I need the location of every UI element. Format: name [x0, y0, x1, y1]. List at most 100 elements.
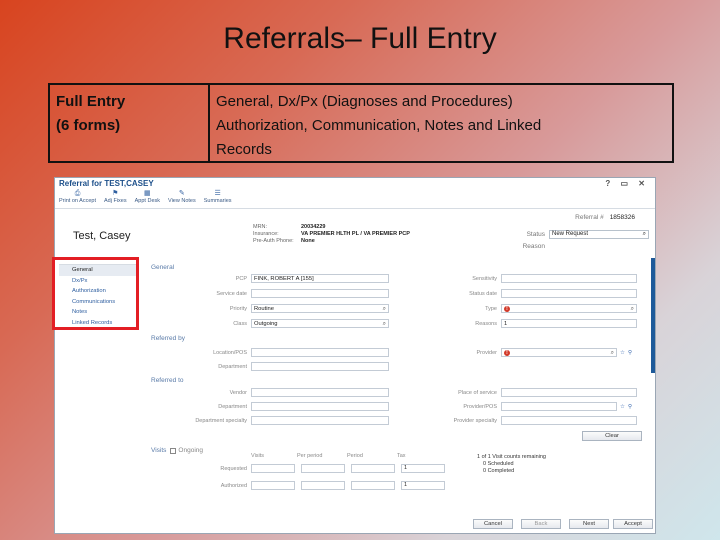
- search-icon[interactable]: ⌕: [383, 320, 386, 328]
- requested-visits-input[interactable]: [251, 464, 295, 473]
- referred-by-provider-field: Provider! ⌕ ☆ ⚲: [425, 348, 632, 357]
- star-icon[interactable]: ☆: [620, 404, 625, 410]
- priority-label: Priority: [229, 305, 247, 312]
- window-titlebar: Referral for TEST,CASEY ? ▭ ✕: [55, 178, 655, 189]
- forms-description-line2: Authorization, Communication, Notes and …: [216, 117, 542, 134]
- adj-fixes-button[interactable]: ⚑ Adj Fixes: [104, 189, 127, 208]
- referred-by-location-input[interactable]: [251, 348, 389, 357]
- forms-description-line3: Records: [216, 141, 272, 158]
- view-notes-button[interactable]: ✎ View Notes: [168, 189, 196, 208]
- referred-by-provider-input[interactable]: ! ⌕: [501, 348, 617, 357]
- summaries-button[interactable]: ☰ Summaries: [204, 189, 232, 208]
- requested-value: 1: [404, 465, 408, 471]
- authorized-per-period-input[interactable]: [301, 481, 345, 490]
- print-icon: ⎙: [74, 190, 81, 197]
- status-date-input[interactable]: [501, 289, 637, 298]
- requested-period-input[interactable]: [351, 464, 395, 473]
- back-button[interactable]: Back: [521, 519, 561, 529]
- info-table: Full Entry (6 forms) General, Dx/Px (Dia…: [48, 83, 674, 163]
- authorized-value: 1: [404, 482, 408, 488]
- search-icon[interactable]: ⌕: [383, 305, 386, 313]
- vendor-field: Vendor: [175, 388, 389, 397]
- pcp-value: FINK, ROBERT A [155]: [254, 276, 314, 282]
- referred-to-department-label: Department: [218, 403, 247, 410]
- toolbar-label: Summaries: [203, 198, 232, 204]
- status-value: New Request: [552, 231, 589, 237]
- next-button[interactable]: Next: [569, 519, 609, 529]
- authorized-period-input[interactable]: [351, 481, 395, 490]
- search-icon[interactable]: ⌕: [643, 231, 646, 238]
- requested-per-period-input[interactable]: [301, 464, 345, 473]
- type-field: Type! ⌕: [425, 304, 637, 313]
- accept-button[interactable]: Accept: [613, 519, 653, 529]
- cancel-button[interactable]: Cancel: [473, 519, 513, 529]
- authorized-tax-input[interactable]: 1: [401, 481, 445, 490]
- priority-input[interactable]: Routine ⌕: [251, 304, 389, 313]
- forms-cell: Full Entry (6 forms): [50, 85, 210, 161]
- referral-number-value: 1858326: [609, 214, 635, 221]
- status-date-field: Status date: [425, 289, 637, 298]
- slide-title: Referrals– Full Entry: [223, 22, 497, 55]
- window-controls[interactable]: ? ▭ ✕: [605, 179, 649, 188]
- provider-pos-input[interactable]: [501, 402, 617, 411]
- visits-header: Visits: [251, 453, 265, 459]
- service-date-input[interactable]: [251, 289, 389, 298]
- pcp-field: PCP FINK, ROBERT A [155]: [175, 274, 389, 283]
- section-referred-by-label: Referred by: [151, 335, 185, 342]
- place-of-service-input[interactable]: [501, 388, 637, 397]
- provider-specialty-input[interactable]: [501, 416, 637, 425]
- class-input[interactable]: Outgoing ⌕: [251, 319, 389, 328]
- pin-icon[interactable]: ⚲: [628, 350, 632, 356]
- vendor-input[interactable]: [251, 388, 389, 397]
- class-field: Class Outgoing ⌕: [175, 319, 389, 328]
- pin-icon[interactable]: ⚲: [628, 404, 632, 410]
- service-date-label: Service date: [216, 290, 247, 297]
- pcp-label: PCP: [235, 275, 247, 282]
- provider-specialty-label: Provider specialty: [453, 417, 497, 424]
- sensitivity-label: Sensitivity: [472, 275, 497, 282]
- toolbar-label: Adj Fixes: [104, 198, 127, 204]
- visit-table: Visits Per period Period Tax Requested 1…: [195, 453, 445, 490]
- toolbar: ⎙ Print on Accept ⚑ Adj Fixes ▦ Appt Desk ✎…: [55, 189, 655, 209]
- provider-specialty-field: Provider specialty: [425, 416, 637, 425]
- place-of-service-label: Place of service: [458, 389, 497, 396]
- flag-icon: ⚑: [112, 190, 119, 197]
- period-header: Period: [347, 453, 363, 459]
- star-icon[interactable]: ☆: [620, 350, 625, 356]
- summary-icon: ☰: [214, 190, 221, 197]
- priority-field: Priority Routine ⌕: [175, 304, 389, 313]
- forms-description-cell: General, Dx/Px (Diagnoses and Procedures…: [210, 85, 672, 161]
- print-on-accept-button[interactable]: ⎙ Print on Accept: [59, 189, 96, 208]
- sensitivity-input[interactable]: [501, 274, 637, 283]
- mrn-value: 20034229: [301, 224, 326, 230]
- class-value: Outgoing: [254, 321, 278, 327]
- authorized-label: Authorized: [220, 482, 247, 489]
- class-label: Class: [233, 320, 247, 327]
- department-specialty-input[interactable]: [251, 416, 389, 425]
- referred-by-department-input[interactable]: [251, 362, 389, 371]
- preauth-label: Pre-Auth Phone:: [253, 238, 294, 244]
- visits-completed: 0 Completed: [483, 468, 515, 474]
- section-referred-to: Referred to: [151, 377, 184, 384]
- tax-header: Tax: [397, 453, 406, 459]
- type-input[interactable]: ! ⌕: [501, 304, 637, 313]
- pcp-input[interactable]: FINK, ROBERT A [155]: [251, 274, 389, 283]
- appt-desk-button[interactable]: ▦ Appt Desk: [135, 189, 160, 208]
- reasons-value: 1: [504, 321, 508, 327]
- status-input[interactable]: New Request ⌕: [549, 230, 649, 239]
- requested-tax-input[interactable]: 1: [401, 464, 445, 473]
- search-icon[interactable]: ⌕: [631, 305, 634, 313]
- insurance-value: VA PREMIER HLTH PL / VA PREMIER PCP: [301, 231, 410, 237]
- department-specialty-field: Department specialty: [175, 416, 389, 425]
- scrollbar[interactable]: [651, 258, 655, 373]
- patient-name: Test, Casey: [73, 230, 131, 242]
- window-title: Referral for TEST,CASEY: [59, 179, 154, 188]
- search-icon[interactable]: ⌕: [611, 349, 614, 357]
- section-general: General: [151, 264, 174, 271]
- ongoing-checkbox[interactable]: [170, 447, 177, 454]
- clear-button[interactable]: Clear: [582, 431, 642, 441]
- authorized-visits-input[interactable]: [251, 481, 295, 490]
- referred-to-department-input[interactable]: [251, 402, 389, 411]
- reasons-input[interactable]: 1: [501, 319, 637, 328]
- referral-number: Referral # 1858326: [575, 214, 635, 221]
